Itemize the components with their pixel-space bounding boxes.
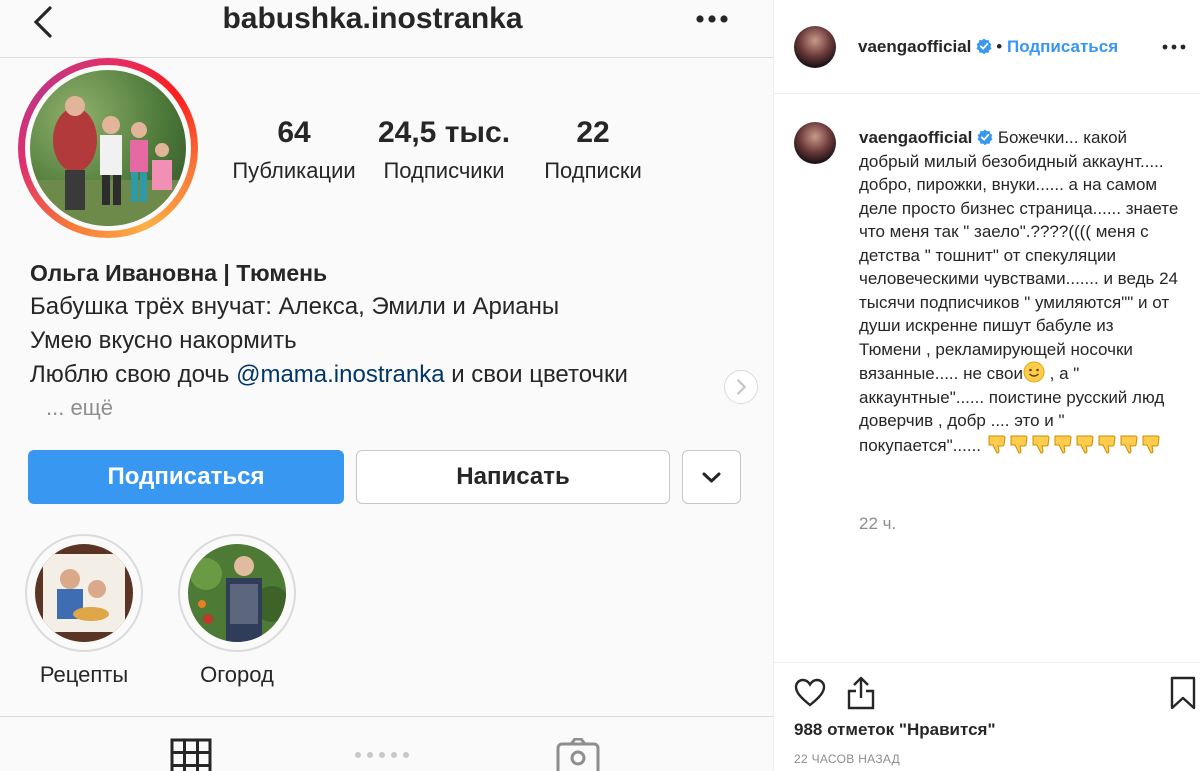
highlight-garden-label: Огород xyxy=(200,662,274,687)
bio-line-3-suffix: и свои цветочки xyxy=(444,361,628,388)
bio-line-3: Люблю свою дочь @mama.inostranka и свои … xyxy=(30,358,750,392)
bookmark-icon[interactable] xyxy=(1170,676,1196,710)
thumbs-down-emoji xyxy=(1076,435,1094,454)
thumbs-down-emoji xyxy=(1032,435,1050,454)
suggestions-dropdown-button[interactable] xyxy=(682,450,741,504)
comment-author-avatar[interactable] xyxy=(794,122,836,164)
post-comments-panel: vaengaofficial • Подписаться vaengaoffic… xyxy=(773,0,1200,771)
profile-full-name: Ольга Ивановна | Тюмень xyxy=(30,260,328,286)
bio-line-2: Умею вкусно накормить xyxy=(30,327,297,354)
comment-text: vaengaofficial Божечки... какой добрый м… xyxy=(859,126,1179,457)
stat-following[interactable]: 22 Подписки xyxy=(527,116,659,184)
bio-line-3-prefix: Люблю свою дочь xyxy=(30,361,237,388)
highlight-recipes-image xyxy=(35,544,133,642)
bio-line-1: Бабушка трёх внучат: Алекса, Эмили и Ари… xyxy=(30,293,560,320)
avatar-photo xyxy=(30,70,186,226)
share-icon[interactable] xyxy=(847,676,875,710)
heart-icon[interactable] xyxy=(794,678,826,708)
stat-followers-label: Подписчики xyxy=(383,158,505,183)
comment-body-part1: Божечки... какой добрый милый безобидный… xyxy=(859,128,1179,383)
highlight-recipes[interactable]: Рецепты xyxy=(25,534,143,688)
profile-username: babushka.inostranka xyxy=(222,2,523,35)
thumbs-down-emoji xyxy=(1054,435,1072,454)
more-horizontal-icon[interactable] xyxy=(1162,44,1186,50)
verified-badge-icon xyxy=(976,38,992,54)
chevron-right-icon[interactable] xyxy=(724,370,758,404)
author-username[interactable]: vaengaofficial xyxy=(858,37,971,56)
profile-avatar[interactable] xyxy=(18,58,198,238)
more-horizontal-icon[interactable] xyxy=(695,14,729,24)
stat-posts[interactable]: 64 Публикации xyxy=(225,116,363,184)
stat-following-value: 22 xyxy=(576,116,610,149)
stat-posts-label: Публикации xyxy=(232,158,356,183)
thumbs-down-emoji-row xyxy=(986,435,1162,455)
author-avatar[interactable] xyxy=(794,26,836,68)
thumbs-down-emoji xyxy=(988,435,1006,454)
bio-mention-link[interactable]: @mama.inostranka xyxy=(236,361,444,388)
likes-count[interactable]: 988 отметок "Нравится" xyxy=(794,720,996,740)
follow-button[interactable]: Подписаться xyxy=(28,450,344,504)
header-follow-button[interactable]: Подписаться xyxy=(1007,37,1118,56)
verified-badge-icon xyxy=(977,129,993,145)
highlight-garden-image xyxy=(188,544,286,642)
actions-divider xyxy=(774,662,1200,663)
grid-icon[interactable] xyxy=(170,738,212,771)
highlight-recipes-label: Рецепты xyxy=(39,662,129,687)
profile-bio: Ольга Ивановна | Тюмень Бабушка трёх вну… xyxy=(30,260,750,392)
tagged-icon[interactable] xyxy=(556,738,600,771)
thumbs-down-emoji xyxy=(1010,435,1028,454)
thumbs-down-emoji xyxy=(1142,435,1160,454)
carousel-dots xyxy=(355,745,415,763)
thumbs-down-emoji xyxy=(1098,435,1116,454)
tabs-divider xyxy=(0,716,773,717)
post-timestamp: 22 ЧАСОВ НАЗАД xyxy=(794,752,901,766)
stat-followers[interactable]: 24,5 тыс. Подписчики xyxy=(374,116,514,184)
stat-followers-value: 24,5 тыс. xyxy=(377,116,511,149)
comment-timestamp: 22 ч. xyxy=(859,514,897,533)
post-header: vaengaofficial • Подписаться xyxy=(774,0,1200,94)
comment-author-username[interactable]: vaengaofficial xyxy=(859,128,972,147)
chevron-down-icon xyxy=(702,472,721,483)
highlight-garden[interactable]: Огород xyxy=(178,534,296,688)
message-button[interactable]: Написать xyxy=(356,450,670,504)
thumbs-down-emoji xyxy=(1120,435,1138,454)
profile-screenshot: babushka.inostranka 64 Публикации 24,5 т… xyxy=(0,0,773,771)
profile-topbar: babushka.inostranka xyxy=(0,0,773,58)
stat-posts-value: 64 xyxy=(277,116,311,149)
bio-more-link[interactable]: ... ещё xyxy=(46,395,113,421)
stat-following-label: Подписки xyxy=(544,158,642,183)
smile-emoji xyxy=(1023,361,1045,383)
